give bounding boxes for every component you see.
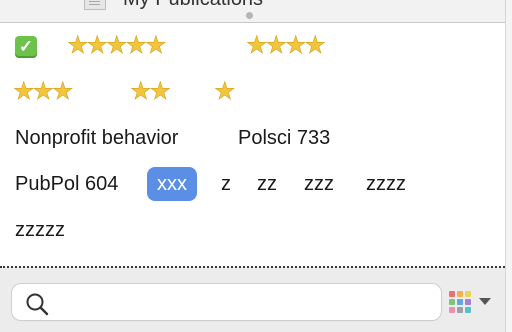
tag-filter-bar [0, 268, 505, 332]
tag-zzz[interactable]: zzz [304, 166, 334, 202]
tag-selector-window: My Publications ✓ ★★★★★ ★★★★ ★★★ ★★ ★ No… [0, 0, 512, 332]
chevron-down-icon [479, 298, 491, 305]
search-input[interactable] [56, 288, 430, 318]
grid-icon [449, 291, 471, 313]
tag-four-stars[interactable]: ★★★★ [246, 28, 327, 64]
splitter-handle[interactable] [246, 12, 253, 19]
tag-one-star[interactable]: ★ [214, 74, 236, 110]
tag-two-stars[interactable]: ★★ [130, 74, 172, 110]
tag-xxx-selected[interactable]: xxx [147, 167, 197, 201]
tag-z[interactable]: z [221, 166, 231, 202]
window-edge [505, 0, 512, 332]
tag-polsci-733[interactable]: Polsci 733 [238, 120, 330, 156]
search-icon [26, 293, 49, 316]
tag-pubpol-604[interactable]: PubPol 604 [15, 166, 118, 202]
collection-header: My Publications [0, 0, 505, 23]
tag-zz[interactable]: zz [257, 166, 277, 202]
tag-zzzz[interactable]: zzzz [366, 166, 406, 202]
collection-title: My Publications [123, 0, 263, 11]
tag-three-stars[interactable]: ★★★ [13, 74, 74, 110]
tag-cloud: ✓ ★★★★★ ★★★★ ★★★ ★★ ★ Nonprofit behavior… [0, 23, 505, 267]
tag-five-stars[interactable]: ★★★★★ [67, 28, 167, 64]
document-icon [84, 0, 106, 10]
tag-nonprofit-behavior[interactable]: Nonprofit behavior [15, 120, 178, 156]
tag-search-field[interactable] [12, 284, 441, 320]
check-icon[interactable]: ✓ [15, 36, 37, 58]
tag-display-menu-button[interactable] [449, 289, 495, 315]
tag-zzzzz[interactable]: zzzzz [15, 212, 65, 248]
